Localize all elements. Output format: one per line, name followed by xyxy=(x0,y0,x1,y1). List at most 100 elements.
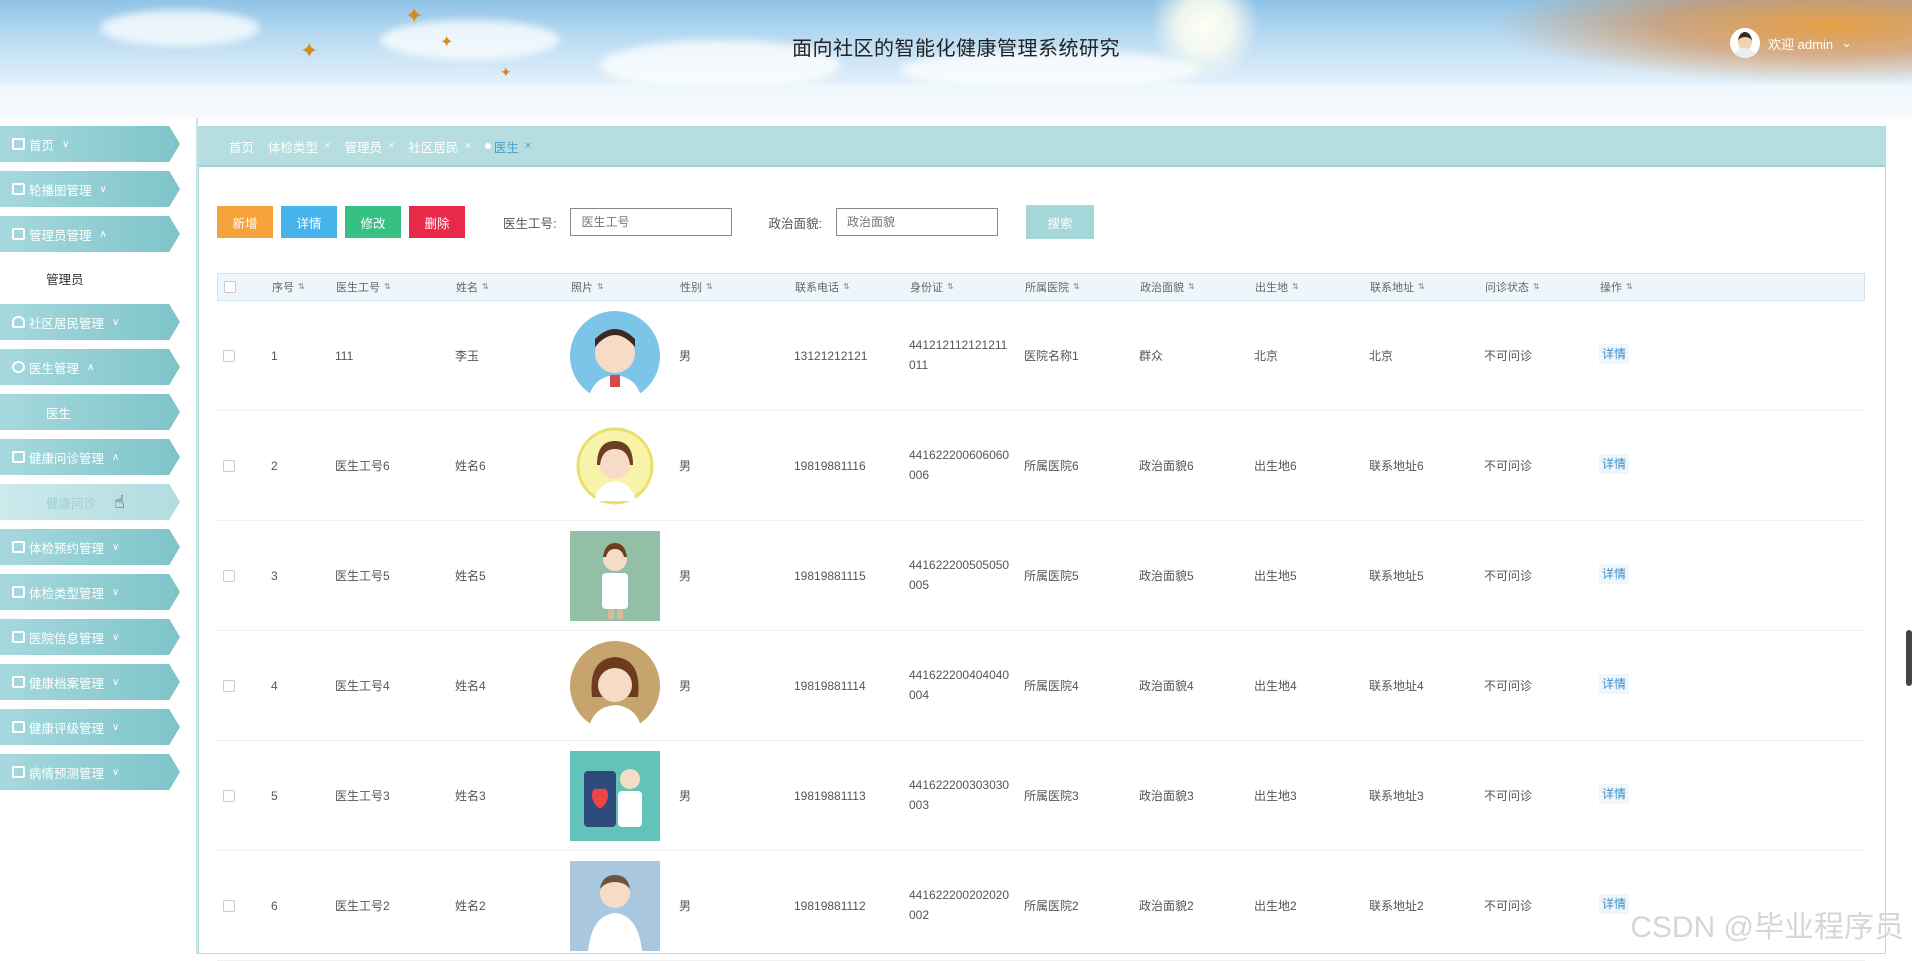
cell-idcard-line1: 441622200606060 xyxy=(909,448,1009,462)
sidebar-item-admin[interactable]: 管理员管理∧ xyxy=(0,216,180,252)
doctor-photo[interactable] xyxy=(570,751,660,841)
cell-idcard: 441212112121211011 xyxy=(909,335,1007,375)
chevron-down-icon: ∨ xyxy=(100,184,107,195)
sidebar-item-checkup-booking[interactable]: 体检预约管理∨ xyxy=(0,529,180,565)
doctor-photo[interactable] xyxy=(570,641,660,731)
sort-icon: ⇅ xyxy=(843,283,850,291)
column-header[interactable]: 联系电话 ⇅ xyxy=(795,279,850,295)
column-header[interactable]: 身份证 ⇅ xyxy=(910,279,954,295)
column-label: 姓名 xyxy=(456,279,478,295)
tab-bar: 首页 体检类型 × 管理员× 社区居民× 医生× xyxy=(199,127,1885,167)
cell-address: 联系地址2 xyxy=(1369,896,1424,916)
sidebar-item-checkup-type[interactable]: 体检类型管理∨ xyxy=(0,574,180,610)
row-detail-button[interactable]: 详情 xyxy=(1599,894,1629,914)
column-label: 出生地 xyxy=(1255,279,1288,295)
row-checkbox[interactable] xyxy=(223,350,235,362)
close-icon[interactable]: × xyxy=(464,140,470,152)
cell-idcard: 441622200505050005 xyxy=(909,555,1009,595)
cell-name: 李玉 xyxy=(455,346,479,366)
cell-politics: 政治面貌6 xyxy=(1139,456,1194,476)
row-detail-button[interactable]: 详情 xyxy=(1599,564,1629,584)
sidebar-item-label: 病情预测管理 xyxy=(29,763,104,782)
add-button[interactable]: 新增 xyxy=(217,206,273,238)
row-checkbox[interactable] xyxy=(223,570,235,582)
sidebar-item-health-record[interactable]: 健康档案管理∨ xyxy=(0,664,180,700)
column-label: 联系电话 xyxy=(795,279,839,295)
tab-admin[interactable]: 管理员× xyxy=(344,137,394,156)
column-header[interactable]: 所属医院⇅ xyxy=(1025,279,1080,295)
cell-gender: 男 xyxy=(679,786,691,806)
edit-button[interactable]: 修改 xyxy=(345,206,401,238)
row-detail-button[interactable]: 详情 xyxy=(1599,454,1629,474)
column-header[interactable]: 医生工号⇅ xyxy=(336,279,391,295)
doctor-photo[interactable] xyxy=(570,861,660,951)
chevron-up-icon: ∧ xyxy=(87,362,94,373)
detail-button[interactable]: 详情 xyxy=(281,206,337,238)
sort-icon: ⇅ xyxy=(947,283,954,291)
row-detail-button[interactable]: 详情 xyxy=(1599,784,1629,804)
user-menu[interactable]: 欢迎 admin ⌄ xyxy=(1730,28,1852,58)
cell-gender: 男 xyxy=(679,566,691,586)
cell-birthplace: 出生地2 xyxy=(1254,896,1297,916)
header-sub-bar xyxy=(0,84,1912,118)
sidebar-item-hospital[interactable]: 医院信息管理∨ xyxy=(0,619,180,655)
row-detail-button[interactable]: 详情 xyxy=(1599,344,1629,364)
row-checkbox[interactable] xyxy=(223,900,235,912)
row-detail-button[interactable]: 详情 xyxy=(1599,674,1629,694)
row-checkbox[interactable] xyxy=(223,460,235,472)
column-header[interactable]: 性别⇅ xyxy=(680,279,713,295)
tab-doctor[interactable]: 医生× xyxy=(485,137,531,156)
sidebar-item-home[interactable]: 首页∨ xyxy=(0,126,180,162)
row-checkbox[interactable] xyxy=(223,790,235,802)
sidebar-item-prediction[interactable]: 病情预测管理∨ xyxy=(0,754,180,790)
sidebar-subitem-consult[interactable]: 健康问诊 ☝ xyxy=(0,484,180,520)
cell-address: 北京 xyxy=(1369,346,1393,366)
doctor-photo[interactable] xyxy=(570,311,660,401)
column-header[interactable]: 操作⇅ xyxy=(1600,279,1633,295)
column-label: 身份证 xyxy=(910,279,943,295)
sidebar-item-residents[interactable]: 社区居民管理∨ xyxy=(0,304,180,340)
sidebar-item-doctors[interactable]: 医生管理∧ xyxy=(0,349,180,385)
doctor-photo[interactable] xyxy=(570,421,660,511)
cell-idcard-line2: 005 xyxy=(909,578,929,592)
cell-address: 联系地址5 xyxy=(1369,566,1424,586)
search-button[interactable]: 搜索 xyxy=(1026,205,1094,239)
sidebar-subitem-doctor[interactable]: 医生 xyxy=(0,394,180,430)
sidebar-item-carousel[interactable]: 轮播图管理∨ xyxy=(0,171,180,207)
cell-phone: 19819881116 xyxy=(794,456,866,476)
sidebar-subitem-admin[interactable]: 管理员 xyxy=(0,260,190,296)
column-header[interactable]: 姓名⇅ xyxy=(456,279,489,295)
cell-status: 不可问诊 xyxy=(1484,896,1532,916)
chevron-up-icon: ∧ xyxy=(100,229,107,240)
column-header[interactable]: 政治面貌⇅ xyxy=(1140,279,1195,295)
chevron-down-icon: ∨ xyxy=(112,587,119,598)
politics-input[interactable] xyxy=(836,208,998,236)
tab-label: 体检类型 xyxy=(268,137,318,156)
close-icon[interactable]: × xyxy=(525,140,531,152)
chevron-up-icon: ∧ xyxy=(112,452,119,463)
tab-home[interactable]: 首页 xyxy=(229,137,254,156)
select-all-checkbox[interactable] xyxy=(224,281,236,293)
row-checkbox[interactable] xyxy=(223,680,235,692)
cell-address: 联系地址4 xyxy=(1369,676,1424,696)
close-icon[interactable]: × xyxy=(388,140,394,152)
cell-status: 不可问诊 xyxy=(1484,456,1532,476)
cell-no: 5 xyxy=(271,786,278,806)
doctor-id-input[interactable] xyxy=(570,208,732,236)
cell-doctor-id: 医生工号4 xyxy=(335,676,390,696)
chevron-down-icon: ∨ xyxy=(112,677,119,688)
column-header[interactable]: 照片⇅ xyxy=(571,279,604,295)
column-header[interactable]: 序号⇅ xyxy=(272,279,305,295)
close-icon[interactable]: × xyxy=(324,140,330,152)
delete-button[interactable]: 删除 xyxy=(409,206,465,238)
doctor-photo[interactable] xyxy=(570,531,660,621)
sidebar-item-health-rating[interactable]: 健康评级管理∨ xyxy=(0,709,180,745)
cell-idcard: 441622200202020002 xyxy=(909,885,1009,925)
column-header[interactable]: 联系地址⇅ xyxy=(1370,279,1425,295)
tab-residents[interactable]: 社区居民× xyxy=(408,137,470,156)
scrollbar-thumb[interactable] xyxy=(1906,630,1912,686)
tab-checkup-type[interactable]: 体检类型 × xyxy=(268,137,330,156)
column-header[interactable]: 出生地⇅ xyxy=(1255,279,1299,295)
sidebar-item-consult[interactable]: 健康问诊管理∧ xyxy=(0,439,180,475)
column-header[interactable]: 问诊状态⇅ xyxy=(1485,279,1540,295)
